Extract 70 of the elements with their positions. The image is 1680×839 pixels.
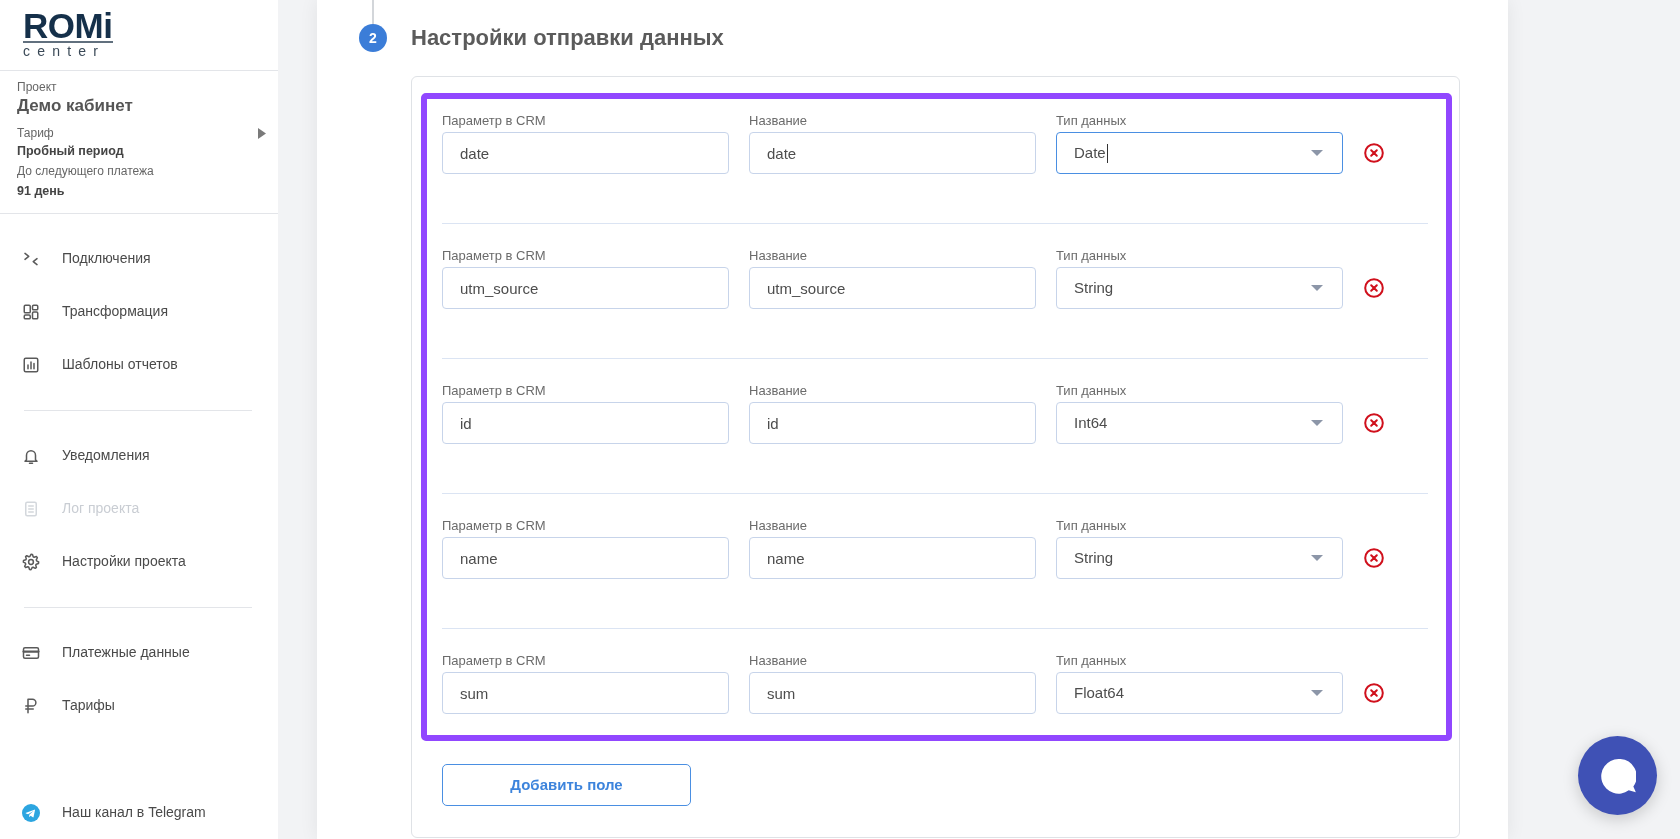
sidebar-item[interactable]: Уведомления: [0, 429, 278, 482]
data-type-select[interactable]: Date: [1056, 132, 1343, 174]
parameter-input[interactable]: name: [442, 537, 729, 579]
chat-button[interactable]: [1578, 736, 1657, 815]
step-number: 2: [359, 24, 387, 52]
sidebar-item[interactable]: Трансформация: [0, 285, 278, 338]
text-cursor-icon: [1106, 143, 1108, 163]
telegram-link[interactable]: Наш канал в Telegram: [0, 786, 278, 839]
document-icon: [22, 499, 40, 518]
field-label: Название: [749, 112, 808, 129]
plan-name: Пробный период: [17, 143, 124, 160]
step-connector: [372, 0, 374, 24]
field-label: Тип данных: [1056, 247, 1127, 264]
caret-down-icon[interactable]: [1311, 150, 1323, 156]
project-name: Демо кабинет: [17, 95, 133, 117]
parameter-input[interactable]: id: [442, 402, 729, 444]
close-circle-icon[interactable]: [1364, 548, 1384, 568]
data-type-select[interactable]: String: [1056, 537, 1343, 579]
logo-subtitle: center: [23, 44, 106, 59]
field-label: Тип данных: [1056, 652, 1127, 669]
field-label: Параметр в CRM: [442, 652, 546, 669]
sidebar-item[interactable]: Настройки проекта: [0, 535, 278, 588]
grid-icon: [22, 302, 40, 321]
close-circle-icon[interactable]: [1364, 278, 1384, 298]
bar-chart-icon: [22, 355, 40, 374]
field-label: Название: [749, 382, 808, 399]
field-label: Параметр в CRM: [442, 247, 546, 264]
sidebar-item[interactable]: Платежные данные: [0, 626, 278, 679]
paper-plane-icon: [22, 803, 40, 822]
close-circle-icon[interactable]: [1364, 143, 1384, 163]
name-input[interactable]: id: [749, 402, 1036, 444]
name-input[interactable]: utm_source: [749, 267, 1036, 309]
next-payment-label: До следующего платежа: [17, 163, 154, 180]
data-type-select[interactable]: Float64: [1056, 672, 1343, 714]
field-label: Название: [749, 652, 808, 669]
sidebar-item[interactable]: Шаблоны отчетов: [0, 338, 278, 391]
close-circle-icon[interactable]: [1364, 683, 1384, 703]
next-payment-value: 91 день: [17, 183, 65, 200]
field-label: Тип данных: [1056, 517, 1127, 534]
data-type-select[interactable]: String: [1056, 267, 1343, 309]
data-type-select[interactable]: Int64: [1056, 402, 1343, 444]
caret-down-icon[interactable]: [1311, 690, 1323, 696]
caret-down-icon[interactable]: [1311, 555, 1323, 561]
name-input[interactable]: date: [749, 132, 1036, 174]
sidebar-item[interactable]: Тарифы: [0, 679, 278, 732]
logo-wordmark: ROMi: [23, 10, 114, 43]
plan-label: Тариф: [17, 125, 54, 141]
caret-down-icon[interactable]: [1311, 285, 1323, 291]
field-label: Тип данных: [1056, 382, 1127, 399]
parameter-input[interactable]: sum: [442, 672, 729, 714]
ruble-icon: [22, 696, 40, 715]
add-field-button[interactable]: Добавить поле: [442, 764, 691, 806]
field-label: Параметр в CRM: [442, 112, 546, 129]
field-label: Параметр в CRM: [442, 382, 546, 399]
field-label: Параметр в CRM: [442, 517, 546, 534]
speech-bubble-icon: [1600, 759, 1636, 794]
name-input[interactable]: sum: [749, 672, 1036, 714]
project-label: Проект: [17, 79, 57, 95]
field-label: Название: [749, 517, 808, 534]
field-label: Тип данных: [1056, 112, 1127, 129]
close-circle-icon[interactable]: [1364, 413, 1384, 433]
sidebar-item[interactable]: Подключения: [0, 232, 278, 285]
caret-down-icon[interactable]: [1311, 420, 1323, 426]
parameter-input[interactable]: utm_source: [442, 267, 729, 309]
parameter-input[interactable]: date: [442, 132, 729, 174]
settings-icon: [22, 552, 40, 571]
section-title: Настройки отправки данных: [411, 24, 724, 52]
field-label: Название: [749, 247, 808, 264]
name-input[interactable]: name: [749, 537, 1036, 579]
caret-right-icon[interactable]: [258, 127, 266, 139]
